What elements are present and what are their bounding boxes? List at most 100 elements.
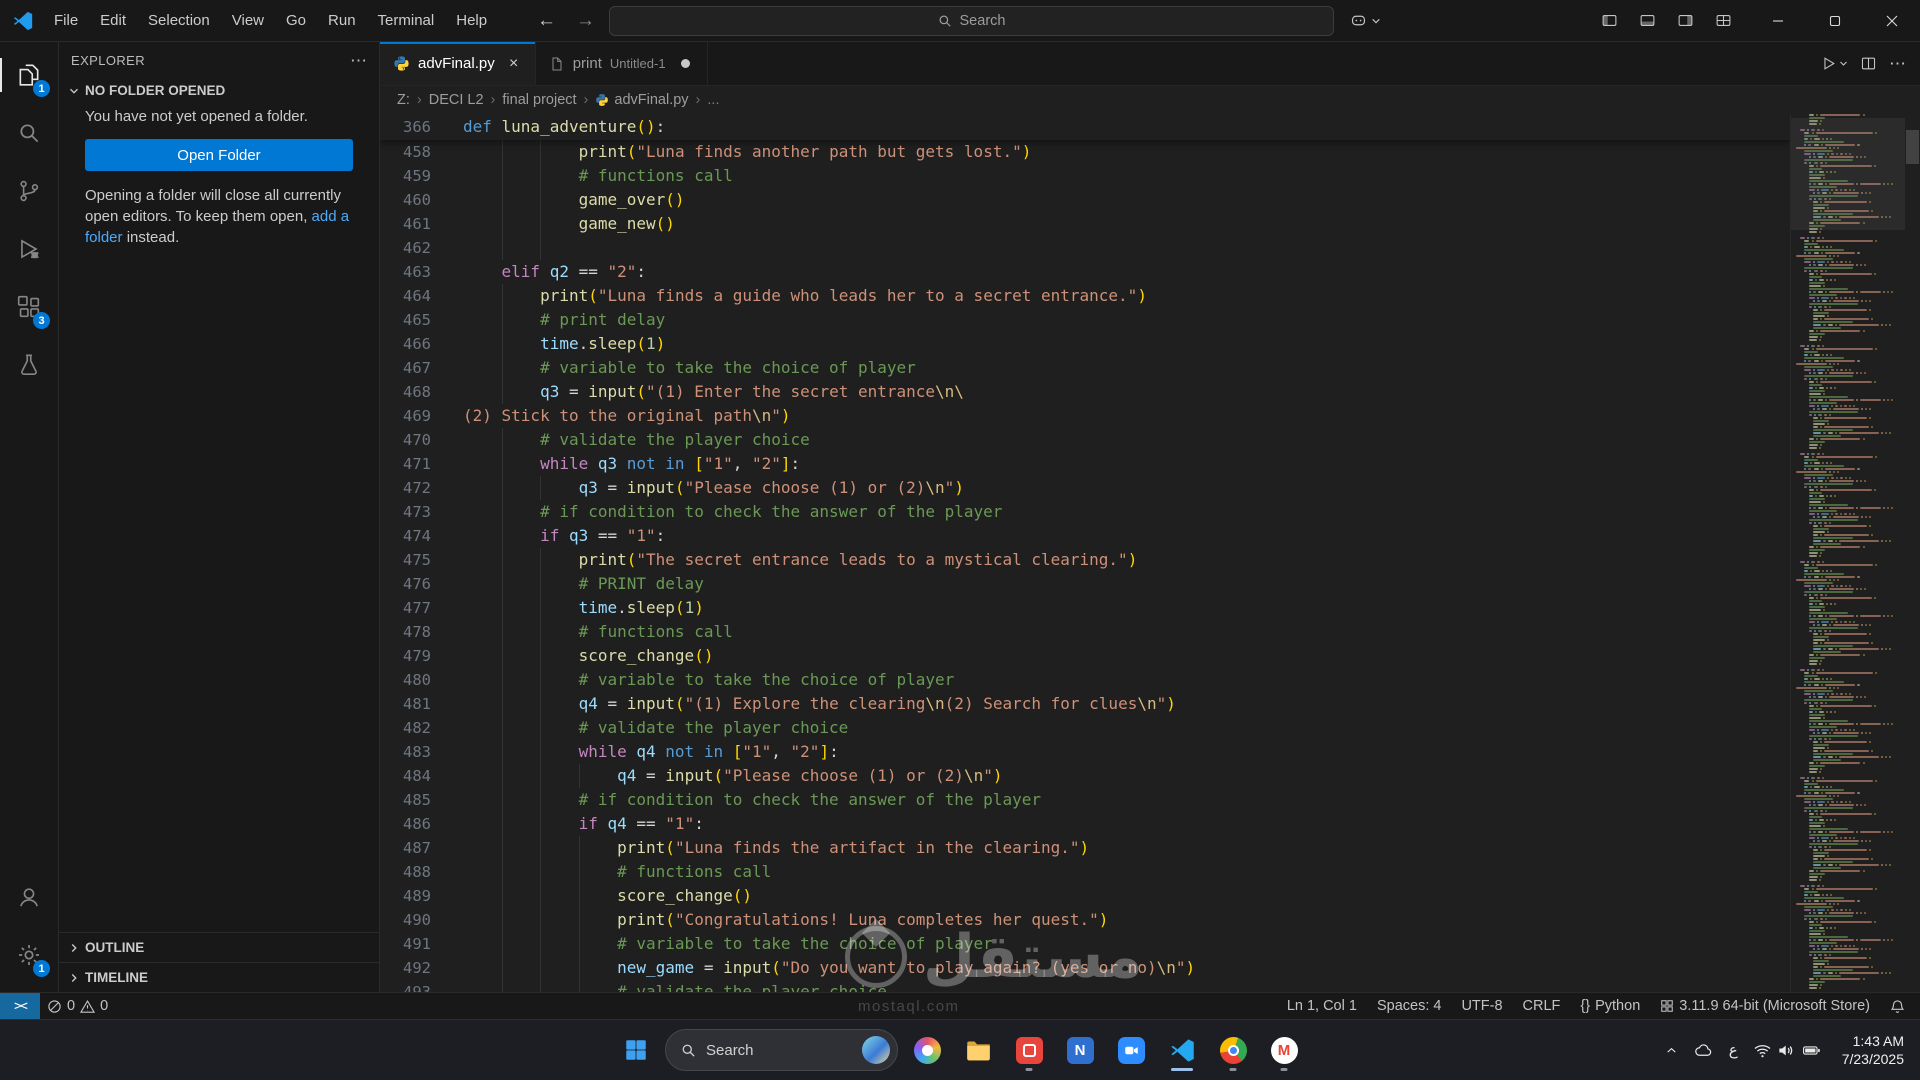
warnings-icon xyxy=(80,999,96,1014)
activity-extensions[interactable]: 3 xyxy=(0,278,58,336)
file-explorer-icon[interactable] xyxy=(956,1028,1000,1072)
maximize-button[interactable] xyxy=(1806,0,1863,41)
sticky-scroll[interactable]: 366 def luna_adventure(): xyxy=(380,114,1790,140)
notifications-bell[interactable] xyxy=(1883,993,1912,1019)
cursor-position[interactable]: Ln 1, Col 1 xyxy=(1280,993,1364,1019)
language-indicator[interactable]: ع xyxy=(1722,1030,1745,1070)
clock-date: 7/23/2025 xyxy=(1841,1051,1904,1067)
taskbar-clock[interactable]: 1:43 AM 7/23/2025 xyxy=(1830,1032,1916,1068)
tab-close-icon[interactable]: × xyxy=(503,53,525,75)
vscode-taskbar-icon[interactable] xyxy=(1160,1028,1204,1072)
minimap-viewport[interactable] xyxy=(1791,118,1905,230)
activity-testing[interactable] xyxy=(0,336,58,394)
onedrive-cloud-icon[interactable] xyxy=(1687,1030,1720,1070)
language-label: Python xyxy=(1595,998,1641,1014)
code-line-466: 466 time.sleep(1) xyxy=(380,332,1790,356)
back-arrow-icon[interactable]: ← xyxy=(531,10,562,32)
forward-arrow-icon[interactable]: → xyxy=(570,10,601,32)
breadcrumb-item[interactable]: final project xyxy=(502,92,576,108)
split-editor-icon[interactable] xyxy=(1860,55,1877,72)
taskbar-search[interactable]: Search xyxy=(665,1029,898,1071)
breadcrumb-item-file[interactable]: advFinal.py xyxy=(595,92,689,108)
clock-time: 1:43 AM xyxy=(1852,1033,1904,1049)
menu-go[interactable]: Go xyxy=(275,6,317,35)
explorer-more-actions-icon[interactable]: ⋯ xyxy=(350,51,367,71)
red-app-icon[interactable] xyxy=(1007,1028,1051,1072)
tab-advfinal[interactable]: advFinal.py × xyxy=(380,42,536,85)
open-folder-note: Opening a folder will close all currentl… xyxy=(85,185,353,248)
menu-file[interactable]: File xyxy=(43,6,89,35)
code-line-475: 475 print("The secret entrance leads to a… xyxy=(380,548,1790,572)
breadcrumb-item[interactable]: Z: xyxy=(397,92,410,108)
problems-indicator[interactable]: 0 0 xyxy=(40,993,115,1019)
activity-search[interactable] xyxy=(0,104,58,162)
menu-bar: File Edit Selection View Go Run Terminal Help xyxy=(43,0,498,41)
toggle-sidebar-icon[interactable] xyxy=(1593,7,1625,35)
code-line-493: 493 # validate the player choice xyxy=(380,980,1790,992)
close-button[interactable] xyxy=(1863,0,1920,41)
activity-run-debug[interactable] xyxy=(0,220,58,278)
more-actions-icon[interactable]: ⋯ xyxy=(1889,54,1906,74)
window-controls xyxy=(1749,0,1920,41)
chevron-down-icon xyxy=(1840,61,1847,66)
zoom-app-icon[interactable] xyxy=(1109,1028,1153,1072)
eol-setting[interactable]: CRLF xyxy=(1516,993,1568,1019)
search-icon xyxy=(682,1044,695,1057)
remote-indicator[interactable]: >< xyxy=(0,993,40,1019)
menu-run[interactable]: Run xyxy=(317,6,367,35)
explorer-empty-view: You have not yet opened a folder. Open F… xyxy=(59,102,379,248)
sidebar-bottom-sections: OUTLINE TIMELINE xyxy=(59,932,379,992)
tab-bar: advFinal.py × print Untitled-1 ⋯ xyxy=(380,42,1920,86)
run-python-file-button[interactable] xyxy=(1820,55,1848,72)
error-count: 0 xyxy=(67,998,76,1014)
outline-section[interactable]: OUTLINE xyxy=(59,932,379,962)
code-editor[interactable]: 366 def luna_adventure(): 458 print("Luna … xyxy=(380,114,1790,992)
activity-settings[interactable]: 1 xyxy=(0,926,58,984)
language-mode[interactable]: {} Python xyxy=(1573,993,1647,1019)
minimize-button[interactable] xyxy=(1749,0,1806,41)
tray-chevron-up-icon[interactable] xyxy=(1658,1030,1685,1070)
scrollbar-thumb[interactable] xyxy=(1906,130,1919,164)
menu-selection[interactable]: Selection xyxy=(137,6,221,35)
gmail-icon[interactable]: M xyxy=(1262,1028,1306,1072)
breadcrumb: Z: › DECI L2 › final project › advFinal.… xyxy=(380,86,1920,114)
minimap[interactable] xyxy=(1790,114,1905,992)
editor-actions: ⋯ xyxy=(1820,42,1920,85)
menu-help[interactable]: Help xyxy=(445,6,498,35)
vertical-scrollbar[interactable] xyxy=(1905,114,1920,992)
code-line-478: 478 # functions call xyxy=(380,620,1790,644)
toggle-secondary-sidebar-icon[interactable] xyxy=(1669,7,1701,35)
search-icon xyxy=(939,14,951,27)
code-line-484: 484 q4 = input("Please choose (1) or (2)\… xyxy=(380,764,1790,788)
unsaved-dot-icon[interactable] xyxy=(680,59,690,68)
command-center-search[interactable]: Search xyxy=(609,5,1334,36)
minimap-content xyxy=(1791,114,1905,992)
volume-icon xyxy=(1779,1045,1792,1055)
toggle-panel-icon[interactable] xyxy=(1631,7,1663,35)
chrome-icon[interactable] xyxy=(1211,1028,1255,1072)
open-folder-button[interactable]: Open Folder xyxy=(85,139,353,171)
copilot-app-icon[interactable] xyxy=(905,1028,949,1072)
breadcrumb-item[interactable]: DECI L2 xyxy=(429,92,484,108)
indentation-setting[interactable]: Spaces: 4 xyxy=(1370,993,1449,1019)
menu-view[interactable]: View xyxy=(221,6,275,35)
menu-edit[interactable]: Edit xyxy=(89,6,137,35)
activity-accounts[interactable] xyxy=(0,868,58,926)
statusbar-right: Ln 1, Col 1 Spaces: 4 UTF-8 CRLF {} Pytho… xyxy=(1280,993,1920,1019)
copilot-menu[interactable] xyxy=(1342,12,1389,29)
breadcrumb-separator-icon: › xyxy=(583,92,589,108)
tab-untitled[interactable]: print Untitled-1 xyxy=(536,42,708,85)
activity-explorer[interactable]: 1 xyxy=(0,46,58,104)
timeline-section[interactable]: TIMELINE xyxy=(59,962,379,992)
interpreter-label: 3.11.9 64-bit (Microsoft Store) xyxy=(1679,998,1870,1014)
encoding-setting[interactable]: UTF-8 xyxy=(1454,993,1509,1019)
python-interpreter[interactable]: 3.11.9 64-bit (Microsoft Store) xyxy=(1653,993,1877,1019)
menu-terminal[interactable]: Terminal xyxy=(367,6,446,35)
breadcrumb-item[interactable]: ... xyxy=(707,92,719,108)
no-folder-section-header[interactable]: NO FOLDER OPENED xyxy=(59,79,379,102)
tray-status-icons[interactable] xyxy=(1747,1041,1828,1060)
activity-source-control[interactable] xyxy=(0,162,58,220)
start-button[interactable] xyxy=(614,1028,658,1072)
blue-app-icon[interactable]: N xyxy=(1058,1028,1102,1072)
customize-layout-icon[interactable] xyxy=(1707,7,1739,35)
